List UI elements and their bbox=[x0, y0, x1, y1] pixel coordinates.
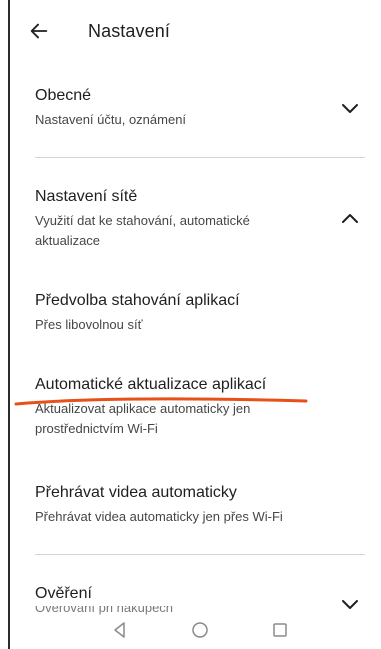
page-title: Nastavení bbox=[88, 21, 170, 41]
download-preference-title: Předvolba stahování aplikací bbox=[35, 292, 240, 309]
red-underline-annotation bbox=[14, 397, 308, 406]
autoplay-videos-subtitle: Přehrávat videa automaticky jen přes Wi-… bbox=[35, 509, 283, 524]
nav-recents-icon[interactable] bbox=[270, 620, 290, 640]
section-network[interactable]: Nastavení sítě Využití dat ke stahování,… bbox=[35, 186, 365, 251]
chevron-down-icon[interactable] bbox=[341, 599, 359, 611]
list-item-download-preference[interactable]: Předvolba stahování aplikací Přes libovo… bbox=[35, 290, 355, 335]
chevron-down-icon[interactable] bbox=[341, 103, 359, 115]
divider bbox=[35, 554, 365, 555]
section-network-title: Nastavení sítě bbox=[35, 188, 138, 205]
autoplay-videos-title: Přehrávat videa automaticky bbox=[35, 484, 237, 501]
section-network-subtitle: Využití dat ke stahování, automatické ak… bbox=[35, 213, 250, 248]
download-preference-subtitle: Přes libovolnou síť bbox=[35, 317, 143, 332]
left-edge-rule bbox=[8, 0, 10, 649]
top-app-bar: Nastavení bbox=[0, 0, 381, 70]
section-general-title: Obecné bbox=[35, 87, 92, 104]
section-general[interactable]: Obecné Nastavení účtu, oznámení bbox=[35, 85, 365, 130]
nav-back-icon[interactable] bbox=[110, 620, 130, 640]
section-general-subtitle: Nastavení účtu, oznámení bbox=[35, 112, 187, 127]
section-verification[interactable]: Ověření bbox=[35, 583, 365, 609]
system-navigation-bar bbox=[0, 612, 381, 649]
nav-home-icon[interactable] bbox=[190, 620, 210, 640]
section-verification-title: Ověření bbox=[35, 585, 92, 602]
list-item-autoplay-videos[interactable]: Přehrávat videa automaticky Přehrávat vi… bbox=[35, 482, 355, 527]
auto-update-apps-title: Automatické aktualizace aplikací bbox=[35, 376, 267, 393]
arrow-left-icon[interactable] bbox=[28, 20, 50, 42]
chevron-up-icon[interactable] bbox=[341, 212, 359, 224]
divider bbox=[35, 157, 365, 158]
